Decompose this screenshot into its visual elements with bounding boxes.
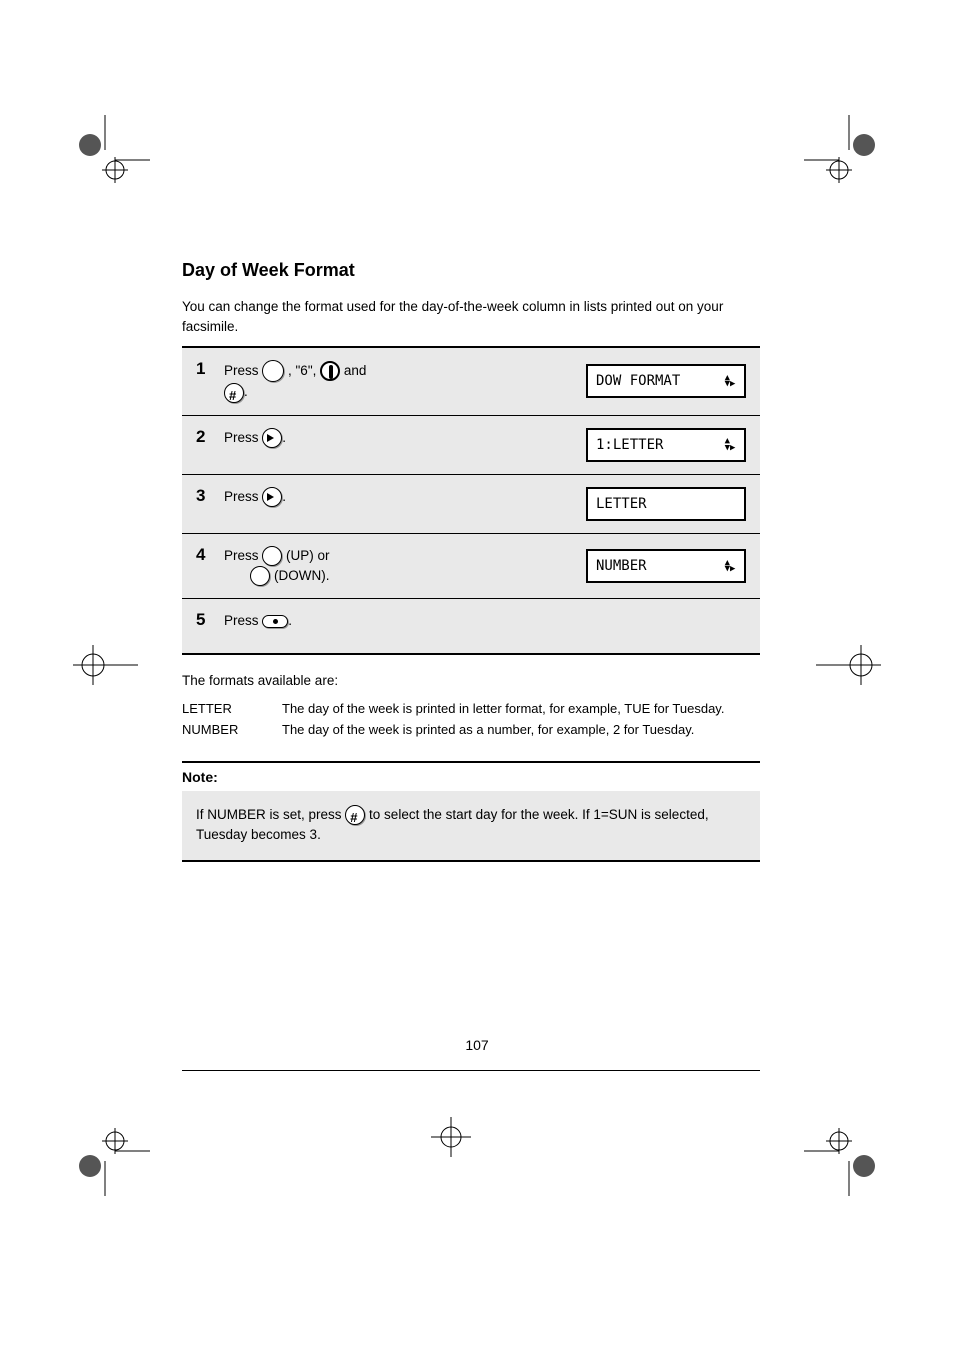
crop-mark-bottom-right (804, 1106, 894, 1196)
step-row: 5 Press . (182, 599, 760, 653)
up-button-icon (262, 546, 282, 566)
lcd-arrows-icon: ▲▼▶ (722, 375, 738, 388)
step-row: 1 Press , "6", and . DOW FORMAT ▲▼▶ (182, 348, 760, 415)
down-button-icon (250, 566, 270, 586)
step-row: 4 Press (UP) or (DOWN). NUMBER ▲▼▶ (182, 534, 760, 600)
lcd-display: LETTER (586, 487, 746, 521)
hash-icon (345, 805, 365, 825)
format-desc: The day of the week is printed in letter… (282, 701, 760, 716)
step-number: 3 (196, 487, 224, 506)
format-desc: The day of the week is printed as a numb… (282, 722, 760, 737)
format-label: LETTER (182, 701, 282, 716)
step-description: Press , "6", and . (224, 360, 586, 402)
lcd-display: NUMBER ▲▼▶ (586, 549, 746, 583)
note-pre: If NUMBER is set, press (196, 807, 345, 822)
lcd-text: LETTER (596, 496, 738, 512)
step-number: 2 (196, 428, 224, 447)
formats-lead: The formats available are: (182, 671, 760, 691)
step-description: Press . (224, 428, 586, 448)
step-number: 4 (196, 546, 224, 565)
function-icon (320, 361, 340, 381)
format-row: LETTER The day of the week is printed in… (182, 701, 760, 716)
lcd-text: DOW FORMAT (596, 373, 722, 389)
footer-rule (182, 1070, 760, 1071)
step-description: Press . (224, 487, 586, 507)
crop-mark-top-right (804, 115, 894, 205)
stop-button-icon (262, 615, 288, 628)
page-number: 107 (465, 1037, 488, 1053)
format-row: NUMBER The day of the week is printed as… (182, 722, 760, 737)
format-label: NUMBER (182, 722, 282, 737)
note-label: Note: (182, 761, 760, 785)
lcd-arrows-icon: ▲▼▶ (722, 438, 738, 451)
section-intro: You can change the format used for the d… (182, 297, 760, 336)
step-number: 5 (196, 611, 224, 630)
hash-icon (224, 383, 244, 403)
lcd-display: DOW FORMAT ▲▼▶ (586, 364, 746, 398)
lcd-display: 1:LETTER ▲▼▶ (586, 428, 746, 462)
play-button-icon (262, 428, 282, 448)
step-number: 1 (196, 360, 224, 379)
step-row: 2 Press . 1:LETTER ▲▼▶ (182, 416, 760, 475)
lcd-text: NUMBER (596, 558, 722, 574)
step-row: 3 Press . LETTER (182, 475, 760, 534)
lcd-text: 1:LETTER (596, 437, 722, 453)
crop-mark-bottom-left (60, 1106, 150, 1196)
crop-mark-mid-right (816, 620, 906, 710)
note-body: If NUMBER is set, press to select the st… (182, 791, 760, 862)
button-icon (262, 360, 284, 382)
crop-mark-bottom-center (421, 1107, 481, 1167)
play-button-icon (262, 487, 282, 507)
section-title: Day of Week Format (182, 260, 760, 281)
steps-table: 1 Press , "6", and . DOW FORMAT ▲▼▶ 2 Pr… (182, 346, 760, 655)
step-description: Press . (224, 611, 746, 631)
step-description: Press (UP) or (DOWN). (224, 546, 586, 587)
lcd-arrows-icon: ▲▼▶ (722, 560, 738, 573)
crop-mark-mid-left (48, 620, 138, 710)
crop-mark-top-left (60, 115, 150, 205)
